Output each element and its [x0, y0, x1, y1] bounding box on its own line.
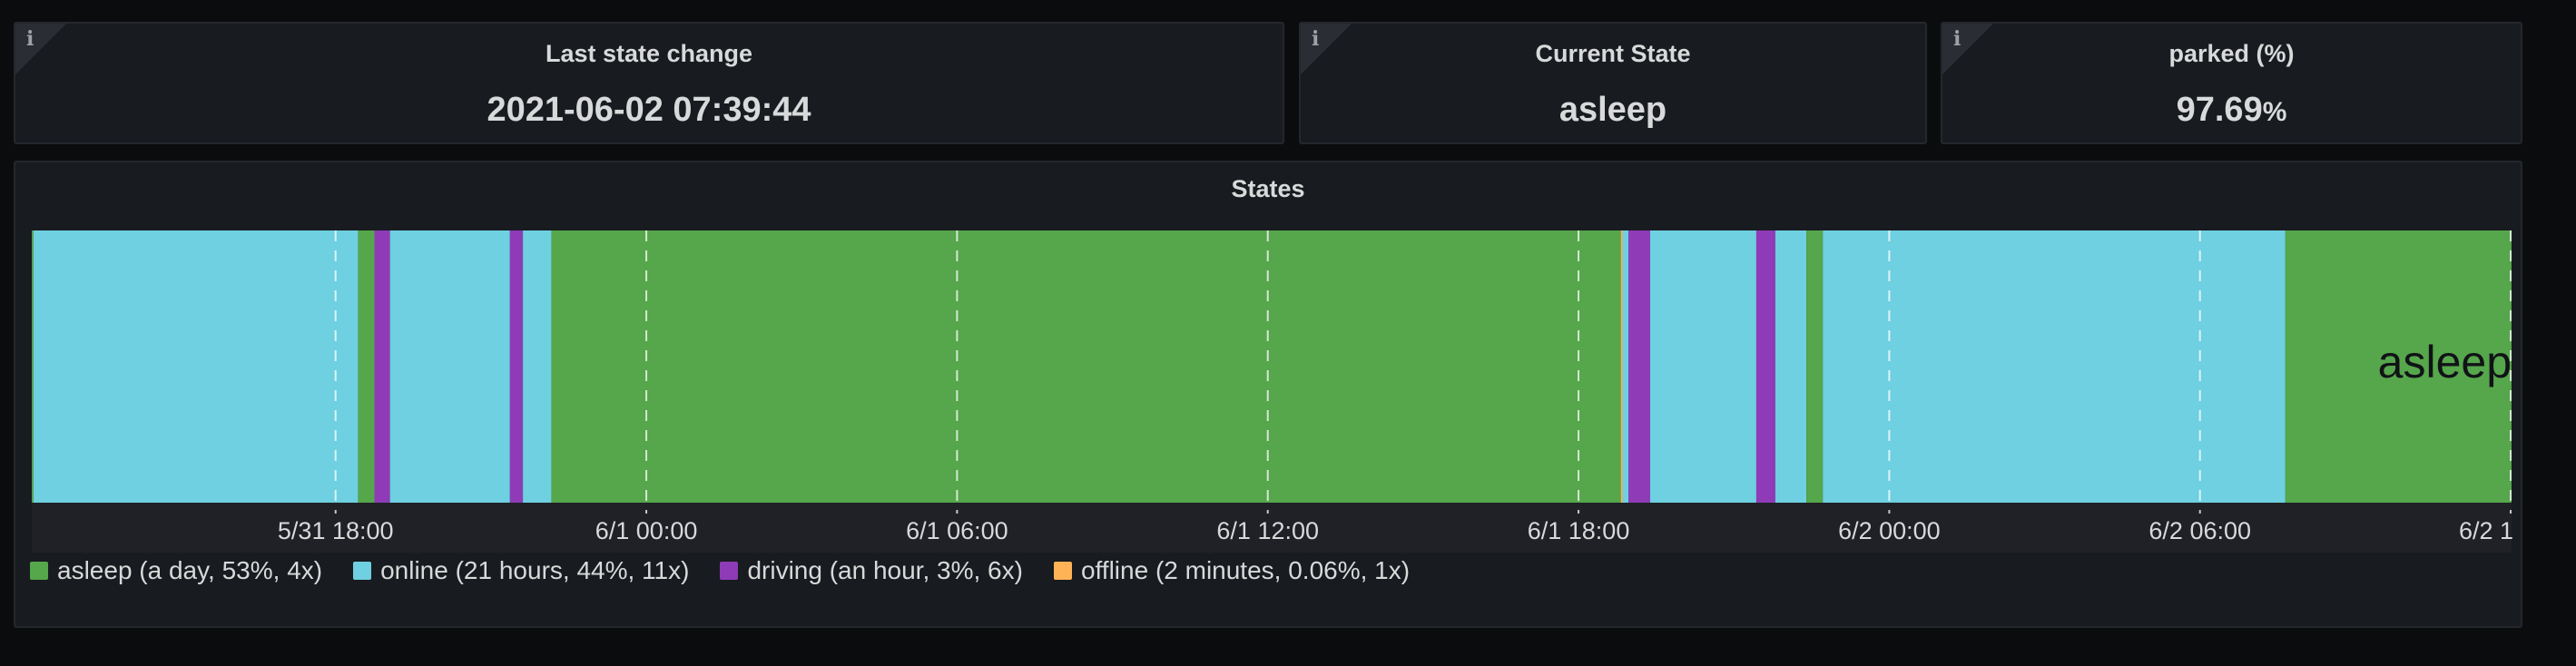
x-tick-label: 6/2 00:00	[1838, 517, 1941, 544]
stat-number: 2021-06-02 07:39:44	[487, 91, 811, 129]
current-state-label: asleep	[2378, 337, 2512, 387]
states-panel: States 5/31 18:00 6/1 00:00 6/1 06:00 6/1 1…	[14, 161, 2522, 628]
stat-value: 2021-06-02 07:39:44	[15, 91, 1283, 130]
state-segment-offline[interactable]	[1620, 230, 1623, 503]
state-segment-driving[interactable]	[509, 230, 524, 503]
state-segment-driving[interactable]	[374, 230, 390, 503]
state-segment-driving[interactable]	[1628, 230, 1650, 503]
state-timeline-chart[interactable]: 5/31 18:00 6/1 00:00 6/1 06:00 6/1 12:00 6/1…	[15, 162, 2521, 553]
legend-item-offline[interactable]: offline (2 minutes, 0.06%, 1x)	[1053, 556, 1411, 585]
legend-swatch	[720, 562, 739, 580]
panel-title: Current State	[1535, 40, 1691, 67]
state-segment-driving[interactable]	[1755, 230, 1775, 503]
state-segment-online[interactable]	[523, 230, 552, 503]
parked-percent-panel: i parked (%) 97.69%	[1941, 22, 2522, 144]
state-segment-asleep[interactable]	[551, 230, 1621, 503]
legend-item-asleep[interactable]: asleep (a day, 53%, 4x)	[30, 556, 322, 585]
state-segment-asleep[interactable]	[1806, 230, 1824, 503]
legend-swatch	[30, 562, 48, 580]
x-tick-label: 6/2 1	[2459, 517, 2513, 544]
stat-value: asleep	[1301, 91, 1925, 130]
state-segment-online[interactable]	[1649, 230, 1756, 503]
legend-swatch	[353, 562, 372, 580]
legend-swatch	[1053, 562, 1072, 580]
chart-legend: asleep (a day, 53%, 4x) online (21 hours,…	[30, 556, 1410, 585]
state-segment-asleep[interactable]	[358, 230, 375, 503]
state-segment-online[interactable]	[33, 230, 359, 503]
state-segment-asleep[interactable]	[32, 230, 34, 503]
legend-label: offline (2 minutes, 0.06%, 1x)	[1080, 556, 1411, 584]
x-tick-label: 6/1 00:00	[595, 517, 698, 544]
state-segment-online[interactable]	[389, 230, 510, 503]
x-tick-label: 6/1 18:00	[1528, 517, 1630, 544]
legend-label: online (21 hours, 44%, 11x)	[380, 556, 690, 584]
stat-unit: %	[2262, 97, 2287, 127]
x-tick-label: 6/1 12:00	[1216, 517, 1319, 544]
state-segment-online[interactable]	[1823, 230, 2286, 503]
legend-item-online[interactable]: online (21 hours, 44%, 11x)	[353, 556, 689, 585]
legend-label: asleep (a day, 53%, 4x)	[57, 556, 323, 584]
state-segment-online[interactable]	[1775, 230, 1807, 503]
current-state-panel: i Current State asleep	[1299, 22, 1927, 144]
stat-number: 97.69	[2176, 91, 2263, 129]
last-state-change-panel: i Last state change 2021-06-02 07:39:44	[14, 22, 1284, 144]
state-segment-online[interactable]	[1622, 230, 1629, 503]
x-tick-label: 5/31 18:00	[278, 517, 394, 544]
x-tick-label: 6/1 06:00	[906, 517, 1008, 544]
x-tick-label: 6/2 06:00	[2148, 517, 2251, 544]
stat-number: asleep	[1558, 91, 1667, 129]
legend-label: driving (an hour, 3%, 6x)	[747, 556, 1023, 584]
legend-item-driving[interactable]: driving (an hour, 3%, 6x)	[720, 556, 1023, 585]
stat-value: 97.69%	[1942, 91, 2521, 130]
panel-title: Last state change	[545, 40, 753, 67]
panel-title: parked (%)	[2168, 40, 2295, 67]
